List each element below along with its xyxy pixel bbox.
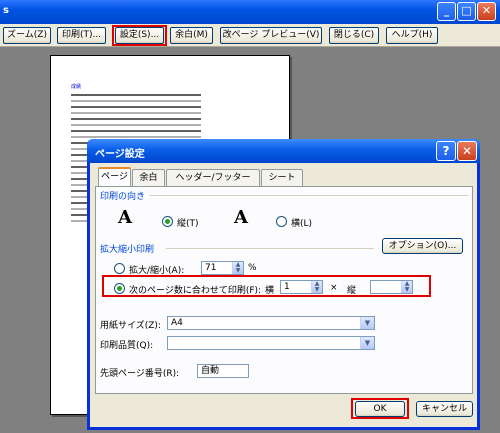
adjust-to-value: 71 — [205, 263, 217, 273]
options-button[interactable]: オプション(O)... — [382, 238, 463, 254]
print-quality-dropdown-icon[interactable]: ▼ — [360, 337, 374, 349]
margins-button[interactable]: 余白(M) — [170, 27, 213, 44]
first-page-number-label: 先頭ページ番号(R): — [100, 369, 180, 379]
dialog-close-button[interactable]: ✕ — [457, 141, 477, 161]
ok-highlight — [351, 398, 409, 419]
paper-size-value: A4 — [171, 318, 183, 328]
help-button[interactable]: ヘルプ(H) — [386, 27, 438, 44]
portrait-label: 縦(T) — [177, 219, 199, 229]
scaling-heading: 拡大縮小印刷 — [100, 245, 155, 255]
tab-margins[interactable]: 余白 — [132, 169, 165, 186]
sheet-row — [71, 124, 201, 126]
sheet-row — [71, 112, 201, 114]
print-button[interactable]: 印刷(T)... — [57, 27, 106, 44]
first-page-number-input[interactable]: 自動 — [197, 364, 249, 378]
sheet-row — [71, 136, 201, 138]
percent-label: % — [248, 263, 257, 273]
close-preview-button[interactable]: 閉じる(C) — [329, 27, 379, 44]
sheet-row — [71, 118, 201, 120]
fit-to-highlight — [102, 275, 431, 297]
landscape-page-icon: A — [234, 207, 248, 228]
page-setup-dialog: ページ設定 ? ✕ ページ 余白 ヘッダー/フッター シート 印刷の向き A 縦… — [87, 139, 480, 430]
print-quality-label: 印刷品質(Q): — [100, 341, 154, 351]
minimize-button[interactable]: _ — [437, 2, 456, 21]
portrait-page-icon: A — [118, 207, 132, 228]
sheet-row — [71, 106, 201, 108]
sheet-row — [71, 100, 201, 102]
setup-highlight — [112, 25, 167, 46]
page-break-preview-button[interactable]: 改ページ プレビュー(V) — [220, 27, 322, 44]
maximize-button[interactable]: □ — [457, 2, 476, 21]
help-question-button[interactable]: ? — [436, 141, 456, 161]
zoom-button[interactable]: ズーム(Z) — [3, 27, 51, 44]
preview-toolbar: ズーム(Z) 印刷(T)... 設定(S)... 余白(M) 改ページ プレビュ… — [0, 24, 500, 47]
close-window-button[interactable]: ✕ — [477, 2, 496, 21]
tab-page[interactable]: ページ — [98, 167, 131, 187]
dialog-title: ページ設定 — [95, 149, 145, 160]
cancel-button[interactable]: キャンセル — [416, 401, 473, 417]
window-title: s — [3, 5, 9, 16]
tab-sheet[interactable]: シート — [261, 169, 303, 186]
portrait-radio[interactable] — [162, 216, 173, 227]
print-quality-select[interactable]: ▼ — [167, 336, 375, 350]
sheet-row — [71, 94, 201, 96]
orientation-heading: 印刷の向き — [100, 192, 146, 202]
paper-size-dropdown-icon[interactable]: ▼ — [360, 317, 374, 329]
scaling-divider — [166, 248, 374, 249]
adjust-to-input[interactable]: 71 ▲ ▼ — [201, 261, 244, 275]
paper-size-label: 用紙サイズ(Z): — [100, 321, 161, 331]
landscape-radio[interactable] — [276, 216, 287, 227]
dialog-titlebar: ページ設定 ? ✕ — [87, 139, 480, 163]
orientation-divider — [150, 195, 468, 196]
sheet-title: 成績 — [71, 84, 82, 90]
sheet-row — [71, 130, 201, 132]
tab-header-footer[interactable]: ヘッダー/フッター — [166, 169, 260, 186]
window-titlebar: s _ □ ✕ — [0, 0, 500, 24]
adjust-to-radio[interactable] — [114, 263, 125, 274]
landscape-label: 横(L) — [291, 219, 313, 229]
paper-size-select[interactable]: A4 ▼ — [167, 316, 375, 330]
adjust-spin-icon[interactable]: ▲ ▼ — [232, 262, 243, 274]
